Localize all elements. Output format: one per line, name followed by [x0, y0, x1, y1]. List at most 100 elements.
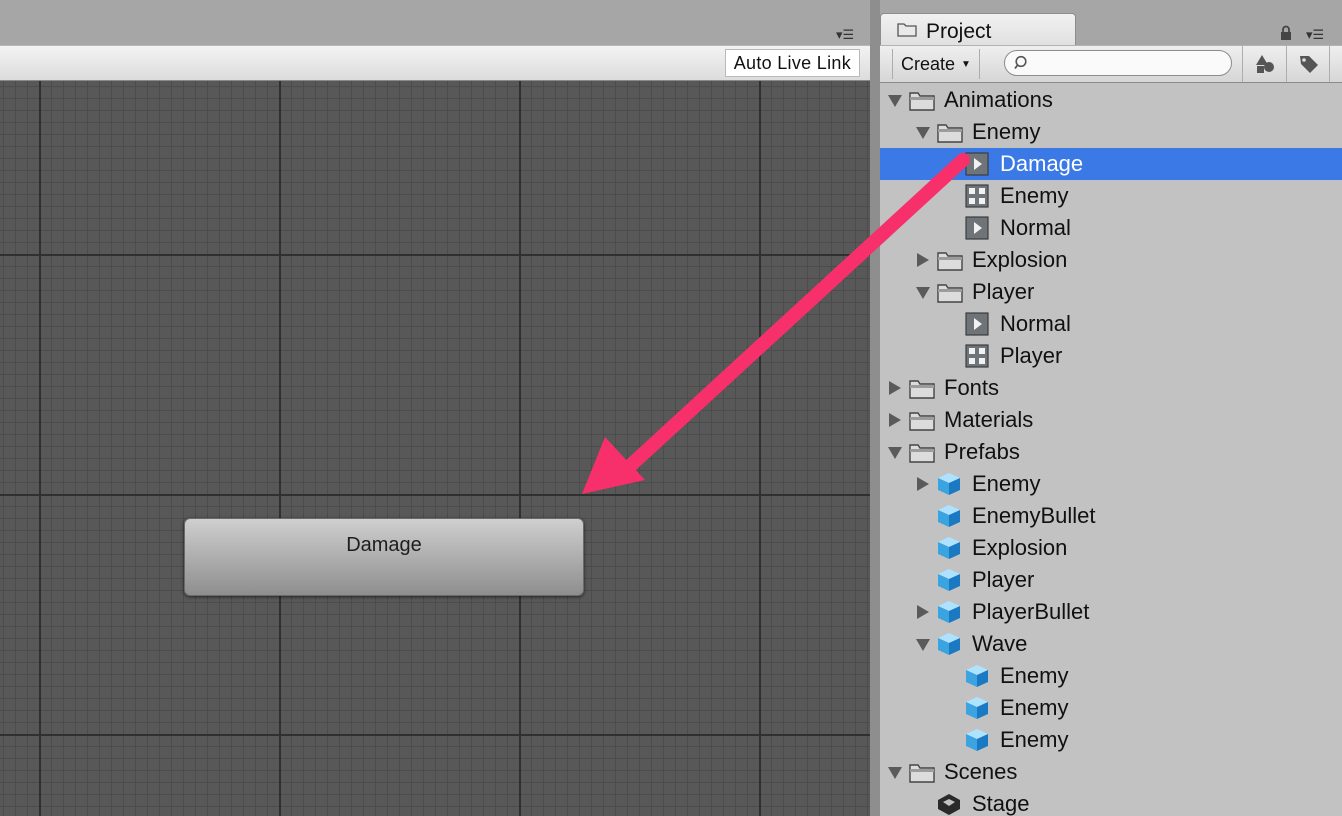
tree-item[interactable]: Normal [880, 212, 1342, 244]
prefab-cube-icon [937, 600, 963, 624]
tree-item-label: Enemy [972, 471, 1041, 496]
tree-item-label: Animations [944, 87, 1053, 112]
panel-divider[interactable] [870, 0, 880, 816]
tree-item-label: Player [972, 279, 1035, 304]
chevron-down-icon: ▼ [961, 59, 971, 70]
filter-by-type-button[interactable] [1242, 46, 1286, 82]
animation-clip-icon [965, 312, 991, 336]
tree-item[interactable]: Explosion [880, 532, 1342, 564]
state-node-label: Damage [346, 534, 422, 556]
folder-icon [937, 120, 963, 144]
tree-item-label: Normal [1000, 215, 1071, 240]
tree-item[interactable]: Fonts [880, 372, 1342, 404]
fold-expanded-icon[interactable] [888, 764, 902, 780]
prefab-cube-icon [965, 664, 991, 688]
search-icon [1014, 55, 1027, 70]
tree-item[interactable]: Enemy [880, 180, 1342, 212]
tree-item-label: Damage [1000, 151, 1084, 176]
tree-item[interactable]: Enemy [880, 468, 1342, 500]
auto-live-link-toggle[interactable]: Auto Live Link [724, 49, 860, 77]
folder-icon [909, 88, 935, 112]
tree-item-label: Materials [944, 407, 1034, 432]
tree-item[interactable]: Normal [880, 308, 1342, 340]
tree-item-label: Enemy [1000, 727, 1069, 752]
tree-item[interactable]: Animations [880, 84, 1342, 116]
folder-icon [909, 376, 935, 400]
tree-item-label: Stage [972, 791, 1030, 816]
tree-item[interactable]: Enemy [880, 116, 1342, 148]
tree-item[interactable]: Player [880, 564, 1342, 596]
tree-item[interactable]: Damage [880, 148, 1342, 180]
tree-item[interactable]: Stage [880, 788, 1342, 816]
animation-clip-icon [965, 152, 991, 176]
prefab-cube-icon [965, 696, 991, 720]
tree-item[interactable]: Enemy [880, 692, 1342, 724]
tree-item[interactable]: Explosion [880, 244, 1342, 276]
prefab-cube-icon [965, 728, 991, 752]
fold-collapsed-icon[interactable] [916, 252, 930, 268]
tree-item-label: Enemy [1000, 663, 1069, 688]
animator-graph-canvas[interactable]: Damage [0, 81, 870, 816]
animator-panel: ▾☰ Auto Live Link Damage [0, 0, 872, 816]
prefab-cube-icon [937, 536, 963, 560]
fold-expanded-icon[interactable] [888, 92, 902, 108]
tree-item[interactable]: Enemy [880, 660, 1342, 692]
tree-item-label: Enemy [972, 119, 1041, 144]
tree-item-label: Player [1000, 343, 1063, 368]
tree-item[interactable]: Prefabs [880, 436, 1342, 468]
tree-item[interactable]: PlayerBullet [880, 596, 1342, 628]
fold-collapsed-icon[interactable] [916, 476, 930, 492]
fold-expanded-icon[interactable] [888, 444, 902, 460]
animator-panel-menu-icon[interactable]: ▾☰ [836, 26, 868, 44]
tree-item[interactable]: Materials [880, 404, 1342, 436]
animator-controller-icon [965, 184, 991, 208]
prefab-cube-icon [937, 568, 963, 592]
search-input[interactable] [1035, 53, 1229, 75]
create-button[interactable]: Create ▼ [892, 49, 980, 79]
tree-item-label: Explosion [972, 535, 1068, 560]
tree-item-label: Scenes [944, 759, 1018, 784]
animator-controller-icon [965, 344, 991, 368]
animator-toolbar: Auto Live Link [0, 45, 870, 81]
tree-item-label: Explosion [972, 247, 1068, 272]
fold-collapsed-icon[interactable] [888, 380, 902, 396]
prefab-cube-icon [937, 632, 963, 656]
lock-icon[interactable] [1280, 25, 1292, 41]
tree-item[interactable]: Enemy [880, 724, 1342, 756]
tree-item[interactable]: EnemyBullet [880, 500, 1342, 532]
tree-item[interactable]: Player [880, 276, 1342, 308]
fold-expanded-icon[interactable] [916, 284, 930, 300]
fold-expanded-icon[interactable] [916, 636, 930, 652]
tree-item[interactable]: Scenes [880, 756, 1342, 788]
folder-icon [909, 408, 935, 432]
prefab-cube-icon [937, 504, 963, 528]
tree-item-label: Normal [1000, 311, 1071, 336]
filter-by-label-button[interactable] [1286, 46, 1330, 82]
fold-collapsed-icon[interactable] [888, 412, 902, 428]
tree-item-label: Enemy [1000, 695, 1069, 720]
tree-item-label: EnemyBullet [972, 503, 1096, 528]
tab-project[interactable]: Project [880, 13, 1076, 46]
folder-icon [909, 760, 935, 784]
animation-clip-icon [965, 216, 991, 240]
project-panel-menu-icon[interactable]: ▾☰ [1306, 26, 1324, 44]
state-node-damage[interactable]: Damage [184, 518, 584, 596]
project-tab-bar: Project ▾☰ [880, 0, 1342, 46]
tag-icon [1300, 56, 1318, 73]
animator-tab-strip: ▾☰ [0, 0, 872, 45]
filter-by-type-icon [1256, 55, 1274, 73]
folder-icon [937, 280, 963, 304]
project-toolbar: Create ▼ [880, 45, 1342, 83]
folder-icon [937, 248, 963, 272]
tree-item-label: Enemy [1000, 183, 1069, 208]
tree-item-label: Fonts [944, 375, 1000, 400]
tree-item[interactable]: Wave [880, 628, 1342, 660]
tree-item[interactable]: Player [880, 340, 1342, 372]
project-tree[interactable]: Animations Enemy Damage Enemy Normal Explosio… [880, 84, 1342, 816]
tree-item-label: Prefabs [944, 439, 1020, 464]
fold-expanded-icon[interactable] [916, 124, 930, 140]
fold-collapsed-icon[interactable] [916, 604, 930, 620]
search-field[interactable] [1004, 50, 1232, 76]
tree-item-label: Player [972, 567, 1035, 592]
folder-icon [897, 23, 917, 37]
